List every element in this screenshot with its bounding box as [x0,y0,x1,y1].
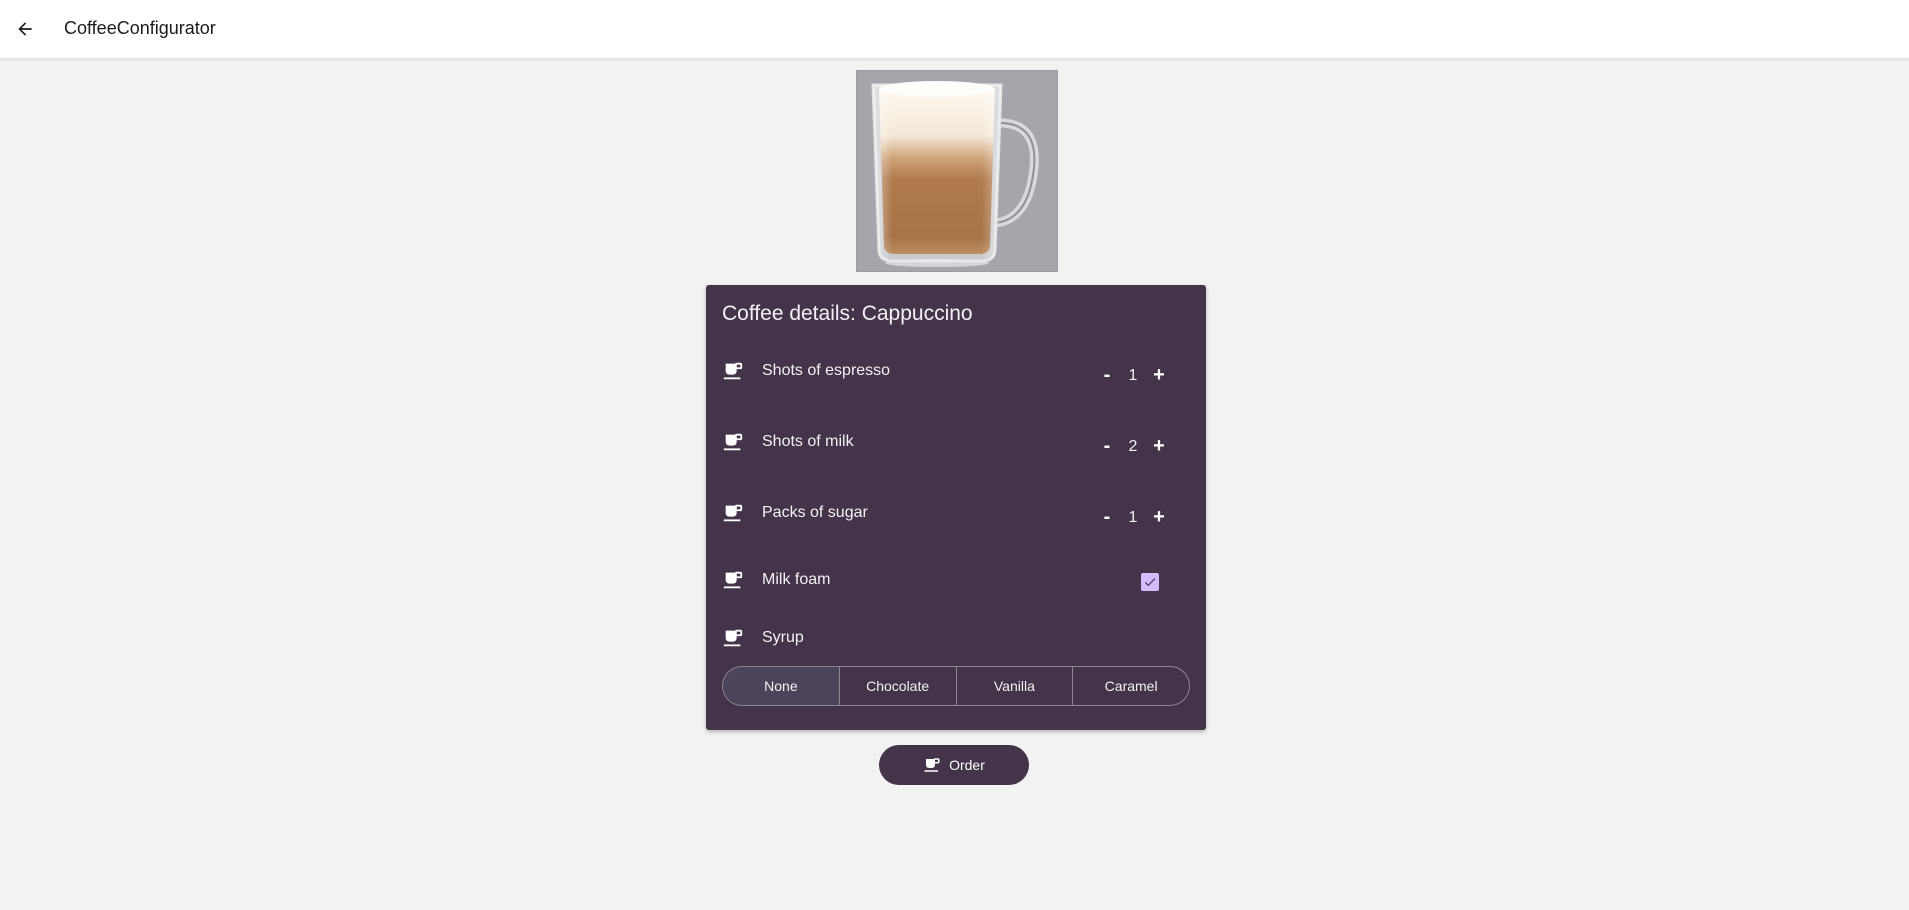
coffee-cup-icon [723,571,743,589]
milk-foam-checkbox[interactable] [1141,573,1159,591]
sugar-plus-button[interactable]: + [1148,506,1170,529]
coffee-cup-icon [723,504,743,522]
milk-minus-button[interactable]: - [1096,435,1118,458]
syrup-segmented-control: None Chocolate Vanilla Caramel [722,666,1190,706]
card-title: Coffee details: Cappuccino [722,302,973,325]
syrup-label: Syrup [762,629,804,646]
milk-stepper: - 2 + [1096,435,1170,458]
syrup-row: Syrup [722,625,1190,655]
sugar-row: Packs of sugar - 1 + [722,500,1190,530]
espresso-value: 1 [1128,366,1138,384]
sugar-minus-button[interactable]: - [1096,506,1118,529]
coffee-cup-icon [723,629,743,647]
espresso-plus-button[interactable]: + [1148,364,1170,387]
syrup-option-none[interactable]: None [723,667,839,705]
milk-label: Shots of milk [762,433,854,450]
coffee-cup-icon [924,758,940,772]
coffee-details-card: Coffee details: Cappuccino Shots of espr… [706,285,1206,730]
order-label: Order [949,757,985,773]
syrup-option-chocolate[interactable]: Chocolate [838,667,956,705]
coffee-image [856,70,1058,272]
coffee-cup-icon [723,362,743,380]
sugar-label: Packs of sugar [762,504,868,521]
app-bar: CoffeeConfigurator [0,0,1909,59]
syrup-option-vanilla[interactable]: Vanilla [955,667,1073,705]
milk-foam-label: Milk foam [762,571,831,588]
order-button[interactable]: Order [879,745,1029,785]
espresso-minus-button[interactable]: - [1096,364,1118,387]
syrup-option-caramel[interactable]: Caramel [1072,667,1189,705]
espresso-stepper: - 1 + [1096,364,1170,387]
espresso-label: Shots of espresso [762,362,891,379]
espresso-row: Shots of espresso - 1 + [722,358,1190,388]
milk-plus-button[interactable]: + [1148,435,1170,458]
coffee-cup-icon [723,433,743,451]
arrow-left-icon [18,22,32,36]
back-button[interactable] [10,14,40,44]
milk-row: Shots of milk - 2 + [722,429,1190,459]
milk-foam-row: Milk foam [722,567,1190,597]
sugar-stepper: - 1 + [1096,506,1170,529]
sugar-value: 1 [1128,508,1138,526]
checkmark-icon [1144,578,1156,587]
app-title: CoffeeConfigurator [64,18,216,38]
milk-value: 2 [1128,437,1138,455]
